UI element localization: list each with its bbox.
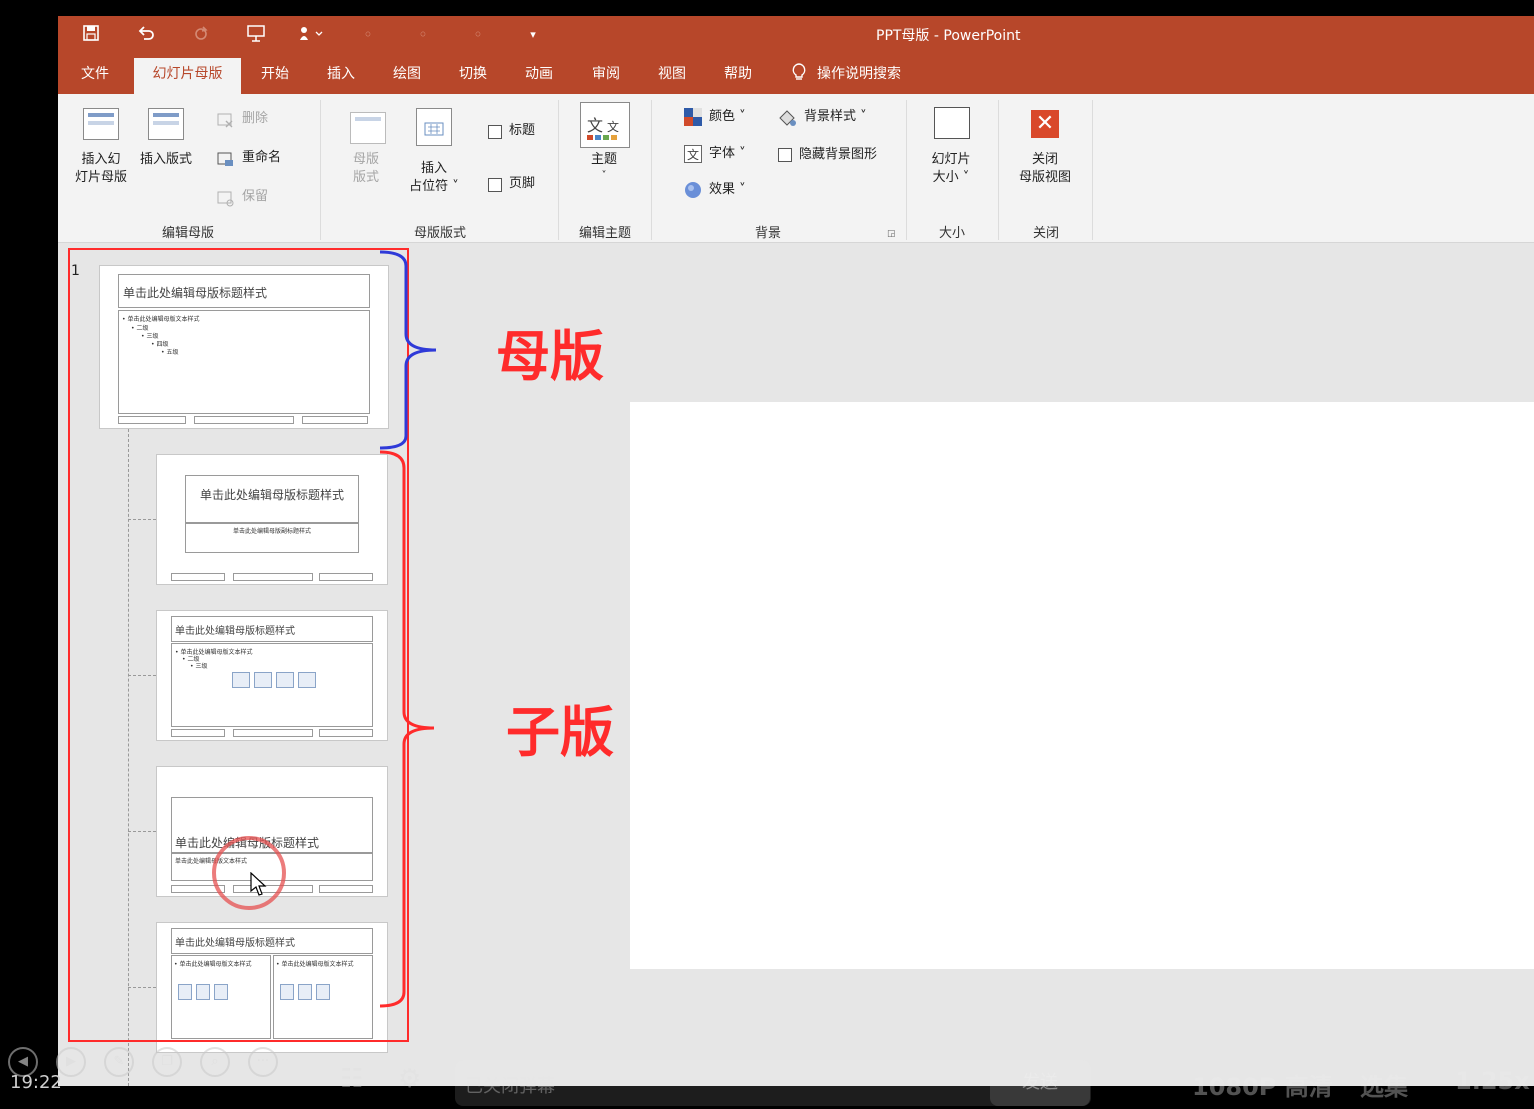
group-divider (998, 100, 999, 240)
preserve-icon (216, 189, 234, 207)
tab-slide-master[interactable]: 幻灯片母版 (134, 58, 241, 94)
powerpoint-window: ◦ ◦ ◦ ▾ PPT母版 - PowerPoint 文件 幻灯片母版 开始 插… (58, 16, 1534, 1086)
footer-checkbox-label: 页脚 (509, 176, 536, 191)
preserve-button[interactable]: 保留 (242, 188, 268, 206)
delete-button[interactable]: 删除 (242, 110, 268, 128)
group-label-master-layout: 母版版式 (413, 226, 466, 241)
annotation-braces (379, 250, 437, 1008)
tab-file[interactable]: 文件 (80, 63, 110, 94)
group-divider (558, 100, 559, 240)
colors-icon (684, 108, 702, 126)
tab-view[interactable]: 视图 (657, 63, 687, 94)
effects-icon (684, 181, 702, 199)
theme-icon: 文文 (580, 102, 630, 148)
lightbulb-icon (791, 63, 807, 81)
tab-help[interactable]: 帮助 (723, 63, 753, 94)
slide-size-icon (934, 107, 970, 139)
fonts-button[interactable]: 字体 ˅ (709, 145, 746, 163)
mouse-cursor-icon (250, 872, 267, 896)
title-checkbox[interactable] (488, 125, 502, 139)
group-label-close: 关闭 (1032, 226, 1059, 241)
annotation-outline-box (68, 248, 409, 1042)
background-styles-button[interactable]: 背景样式 ˅ (804, 108, 867, 126)
insert-layout-button[interactable]: 插入版式 (136, 151, 196, 169)
hide-background-checkbox[interactable] (778, 148, 792, 162)
svg-text:文: 文 (607, 119, 619, 134)
tab-draw[interactable]: 绘图 (392, 63, 422, 94)
customize-qat-icon[interactable]: ▾ (522, 24, 544, 46)
qat-item-icon[interactable]: ◦ (357, 24, 379, 46)
annotation-master-label: 母版 (496, 324, 604, 388)
presentation-icon[interactable] (245, 24, 267, 46)
group-label-edit-master: 编辑母版 (161, 226, 214, 241)
group-label-size: 大小 (938, 226, 965, 241)
click-highlight-ring (212, 836, 286, 910)
close-icon: ✕ (1031, 110, 1059, 138)
tab-home[interactable]: 开始 (260, 63, 290, 94)
save-icon[interactable] (80, 24, 102, 46)
background-styles-icon (778, 108, 796, 126)
delete-icon (216, 111, 234, 129)
master-layout-button[interactable]: 母版 版式 (340, 151, 392, 187)
more-icon[interactable]: ··· (248, 1047, 278, 1077)
background-dialog-launcher-icon[interactable]: ◲ (887, 225, 896, 243)
redo-icon[interactable] (190, 24, 212, 46)
group-divider (1092, 100, 1093, 240)
danmu-settings-icon[interactable]: ⚙ (398, 1064, 432, 1098)
insert-placeholder-button[interactable]: 插入 占位符 ˅ (398, 160, 470, 196)
insert-layout-icon (148, 108, 184, 140)
svg-text:文: 文 (687, 147, 699, 162)
speed-button[interactable]: 1.25x (1455, 1067, 1530, 1095)
tab-review[interactable]: 审阅 (591, 63, 621, 94)
svg-text:文: 文 (587, 116, 603, 135)
ribbon-tabs: 文件 幻灯片母版 开始 插入 绘图 切换 动画 审阅 视图 帮助 操作说明搜索 (58, 54, 1534, 94)
qat-item-icon[interactable]: ◦ (467, 24, 489, 46)
title-checkbox-label: 标题 (509, 123, 536, 138)
theme-dropdown-icon[interactable]: ˅ (576, 167, 632, 185)
group-label-background: 背景 (754, 226, 781, 241)
danmu-placeholder: 已关闭弹幕 (465, 1076, 555, 1097)
copy-icon[interactable]: ❐ (152, 1047, 182, 1077)
footer-checkbox[interactable] (488, 178, 502, 192)
group-divider (906, 100, 907, 240)
window-title: PPT母版 - PowerPoint (876, 28, 1021, 44)
tab-animations[interactable]: 动画 (524, 63, 554, 94)
title-bar: ◦ ◦ ◦ ▾ PPT母版 - PowerPoint (58, 16, 1534, 54)
rename-button[interactable]: 重命名 (242, 149, 281, 167)
insert-slide-master-icon (83, 108, 119, 140)
ribbon: 插入幻 灯片母版 插入版式 删除 重命名 保留 编辑母版 母版 版式 插入 占位… (58, 94, 1534, 243)
slide-editing-canvas[interactable] (630, 402, 1534, 969)
tell-me-search[interactable]: 操作说明搜索 (791, 63, 901, 85)
colors-button[interactable]: 颜色 ˅ (709, 108, 746, 126)
qat-item-icon[interactable]: ◦ (412, 24, 434, 46)
tab-insert[interactable]: 插入 (326, 63, 356, 94)
pen-icon[interactable]: ✎ (104, 1047, 134, 1077)
slide-size-button[interactable]: 幻灯片 大小 ˅ (920, 151, 982, 187)
episodes-button[interactable]: 选集 (1360, 1067, 1408, 1102)
insert-slide-master-button[interactable]: 插入幻 灯片母版 (70, 151, 132, 187)
group-divider (320, 100, 321, 240)
touch-mode-icon[interactable] (296, 24, 323, 46)
annotation-child-label: 子版 (506, 700, 614, 764)
quality-button[interactable]: 1080P 高清 (1192, 1067, 1333, 1102)
playback-time: 19:22 (10, 1072, 62, 1093)
fonts-icon: 文 (684, 145, 702, 163)
danmu-toggle-icon[interactable]: ☷ (340, 1064, 374, 1098)
tab-transitions[interactable]: 切换 (458, 63, 488, 94)
undo-icon[interactable] (135, 24, 157, 46)
tell-me-label: 操作说明搜索 (817, 66, 901, 82)
insert-placeholder-icon (416, 108, 452, 146)
effects-button[interactable]: 效果 ˅ (709, 181, 746, 199)
rename-icon (216, 150, 234, 168)
zoom-icon[interactable]: ⌕ (200, 1047, 230, 1077)
close-master-view-button[interactable]: 关闭 母版视图 (1008, 151, 1082, 187)
master-layout-icon (350, 112, 386, 144)
send-button[interactable]: 发送 (990, 1060, 1090, 1106)
group-divider (651, 100, 652, 240)
group-label-edit-theme: 编辑主题 (578, 226, 631, 241)
hide-background-label: 隐藏背景图形 (799, 147, 878, 162)
